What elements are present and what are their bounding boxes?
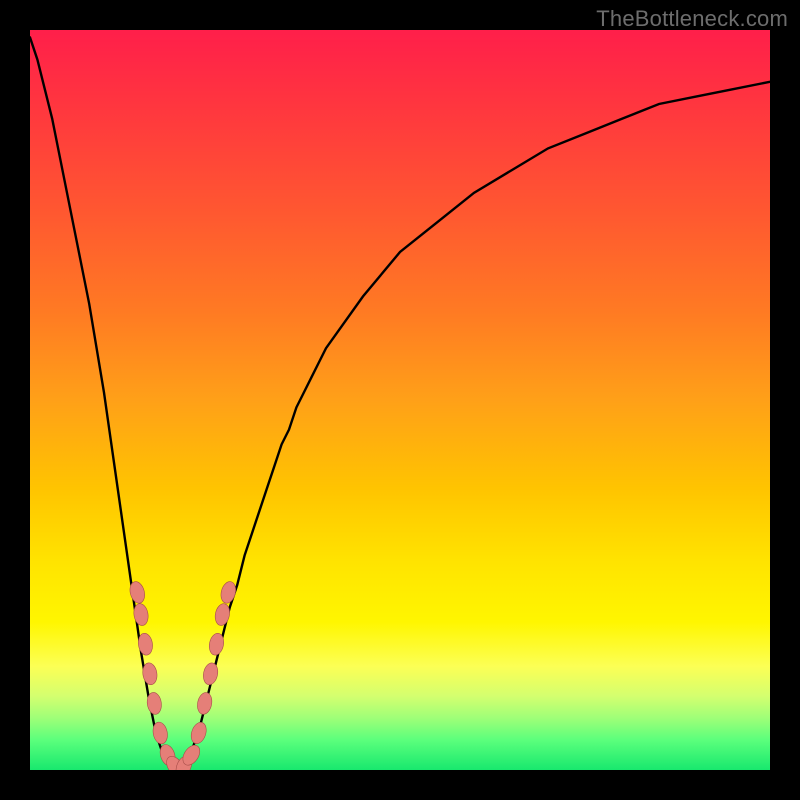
marker-bead [196,691,214,715]
marker-bead [219,580,238,605]
plot-area [30,30,770,770]
curve-right-branch [171,82,770,770]
bottleneck-curve [30,37,770,770]
curve-left-branch [30,37,171,770]
chart-stage: TheBottleneck.com [0,0,800,800]
curve-layer [30,30,770,770]
marker-bead [202,662,220,686]
marker-beads [128,580,238,770]
watermark-text: TheBottleneck.com [596,6,788,32]
marker-bead [213,602,231,626]
marker-bead [189,720,209,745]
